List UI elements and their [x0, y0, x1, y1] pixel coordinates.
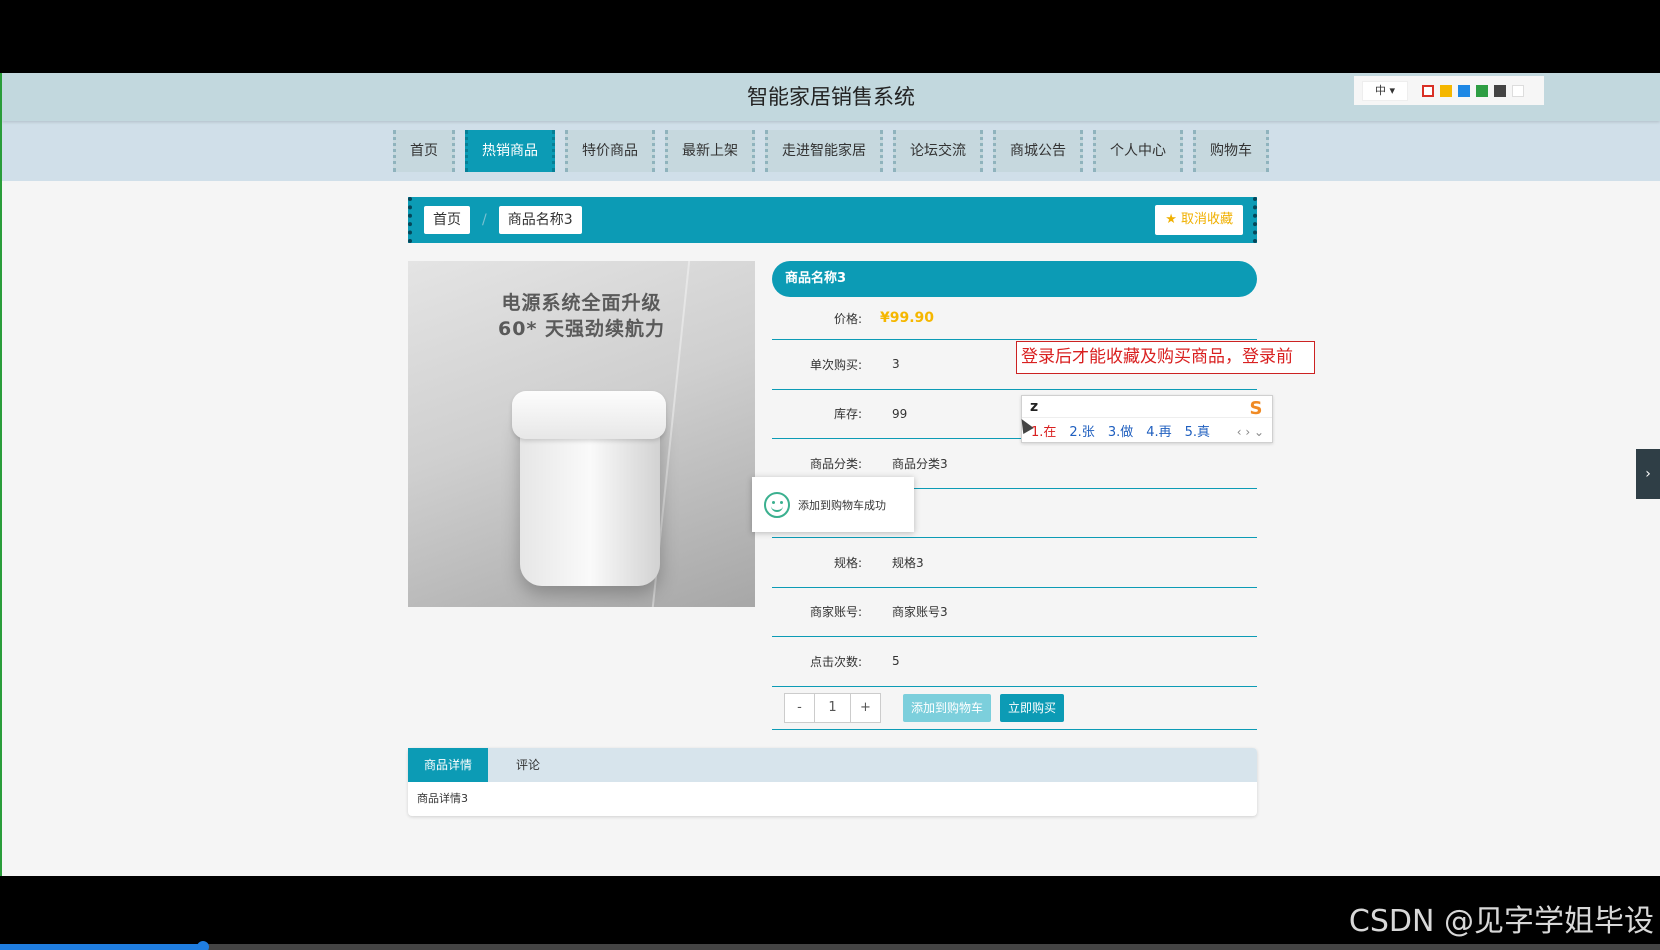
ime-candidate[interactable]: 1.在 [1031, 421, 1056, 440]
theme-swatch-blue[interactable] [1458, 84, 1471, 97]
product-image: 电源系统全面升级 60* 天强劲续航力 [408, 261, 755, 607]
nav-special-offers[interactable]: 特价商品 [565, 130, 655, 172]
video-progress-fill [0, 944, 204, 950]
quantity-stepper: - 1 + [784, 692, 881, 723]
breadcrumb: 首页 / 商品名称3 ★ 取消收藏 [408, 197, 1257, 243]
theme-swatch-white[interactable] [1512, 84, 1525, 97]
breadcrumb-separator: / [482, 212, 487, 228]
theme-swatch-dark[interactable] [1494, 84, 1507, 97]
nav-home[interactable]: 首页 [393, 130, 455, 172]
nav-forum[interactable]: 论坛交流 [893, 130, 983, 172]
quantity-input[interactable]: 1 [814, 693, 851, 722]
ime-candidate[interactable]: 4.再 [1146, 421, 1171, 440]
nav-personal-center[interactable]: 个人中心 [1093, 130, 1183, 172]
site-title: 智能家居销售系统 [747, 85, 915, 109]
decrement-button[interactable]: - [785, 694, 814, 722]
ime-page-arrows-icon[interactable]: ‹ › ⌄ [1237, 425, 1264, 439]
screen: 智能家居销售系统 中 ▾ 首页 热销商品 特价商品 最新上架 走进智能家居 论坛… [0, 0, 1660, 950]
nav-hot-products[interactable]: 热销商品 [465, 130, 555, 172]
video-progress-bar[interactable] [0, 941, 1660, 950]
ime-candidate-window: z S 1.在 2.张 3.做 4.再 5.真 ‹ › ⌄ [1021, 395, 1273, 443]
purchase-row: - 1 + 添加到购物车 立即购买 [772, 687, 1257, 730]
product-image-caption: 电源系统全面升级 60* 天强劲续航力 [498, 292, 665, 340]
ime-candidate[interactable]: 3.做 [1108, 421, 1133, 440]
browser-page: 智能家居销售系统 中 ▾ 首页 热销商品 特价商品 最新上架 走进智能家居 论坛… [0, 73, 1660, 876]
ime-composition: z [1022, 396, 1272, 418]
buy-now-button[interactable]: 立即购买 [1000, 693, 1065, 722]
side-panel-toggle[interactable]: › [1636, 449, 1660, 499]
nav-cart[interactable]: 购物车 [1193, 130, 1269, 172]
increment-button[interactable]: + [851, 694, 880, 722]
field-row: 点击次数: 5 [772, 637, 1257, 687]
price-value: ¥99.90 [880, 310, 935, 326]
add-to-cart-button[interactable]: 添加到购物车 [903, 693, 992, 722]
breadcrumb-home[interactable]: 首页 [424, 206, 470, 234]
ime-candidate[interactable]: 5.真 [1185, 421, 1210, 440]
video-scrubber-handle[interactable] [197, 941, 209, 950]
login-notice-textbox[interactable]: 登录后才能收藏及购买商品，登录前 [1016, 341, 1315, 374]
chevron-right-icon: › [1645, 466, 1651, 482]
ime-candidates: 1.在 2.张 3.做 4.再 5.真 [1022, 418, 1272, 442]
breadcrumb-current: 商品名称3 [498, 206, 582, 234]
nav-new-arrivals[interactable]: 最新上架 [665, 130, 755, 172]
theme-swatch-red[interactable] [1422, 84, 1435, 97]
trash-bin-lid [512, 391, 666, 439]
main-nav: 首页 热销商品 特价商品 最新上架 走进智能家居 论坛交流 商城公告 个人中心 … [2, 121, 1660, 181]
product-title: 商品名称3 [772, 261, 1257, 297]
ime-candidate[interactable]: 2.张 [1069, 421, 1094, 440]
smile-icon [764, 491, 790, 518]
nav-about-smart-home[interactable]: 走进智能家居 [765, 130, 883, 172]
tab-comments[interactable]: 评论 [488, 748, 568, 782]
toast-message: 添加到购物车成功 [798, 498, 886, 512]
style-toolbar: 中 ▾ [1354, 76, 1544, 105]
theme-swatch-green[interactable] [1476, 84, 1489, 97]
tab-content: 商品详情3 [417, 791, 468, 805]
tab-bar: 商品详情 评论 [408, 747, 1257, 782]
language-dropdown[interactable]: 中 ▾ [1362, 80, 1409, 101]
detail-tabs: 商品详情 评论 商品详情3 [408, 747, 1257, 816]
watermark: CSDN @见字学姐毕设 [1348, 904, 1654, 939]
tab-product-details[interactable]: 商品详情 [408, 747, 488, 782]
price-label: 价格: [833, 311, 862, 326]
unfavorite-button[interactable]: ★ 取消收藏 [1155, 205, 1243, 235]
field-row: 商家账号: 商家账号3 [772, 588, 1257, 637]
site-header: 智能家居销售系统 中 ▾ [2, 73, 1660, 121]
sogou-logo-icon: S [1249, 398, 1263, 419]
field-row: 规格: 规格3 [772, 538, 1257, 588]
nav-announcements[interactable]: 商城公告 [993, 130, 1083, 172]
theme-swatch-yellow[interactable] [1440, 84, 1453, 97]
price-row: 价格: ¥99.90 [772, 297, 1257, 340]
success-toast: 添加到购物车成功 [752, 477, 914, 532]
